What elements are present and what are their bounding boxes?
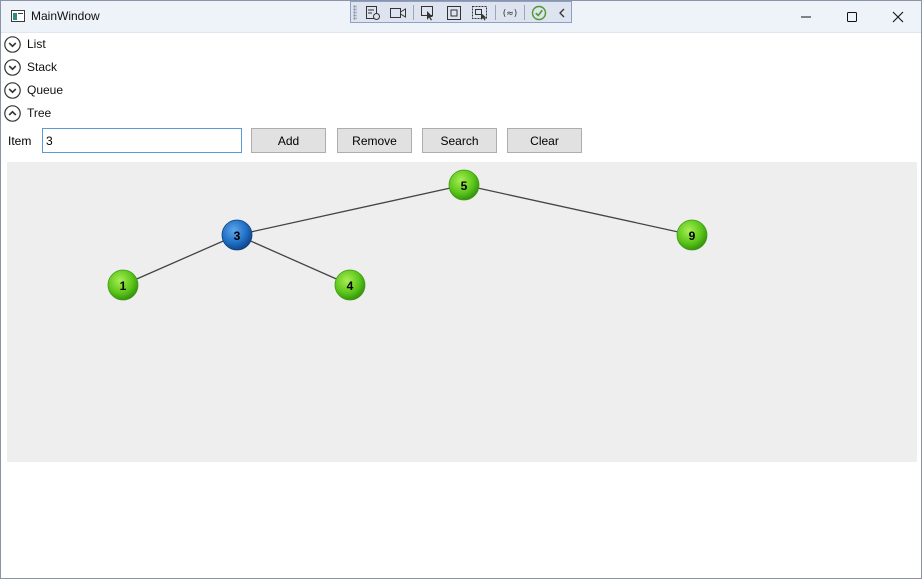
tree-node-4: 4 [334, 269, 366, 301]
search-button[interactable]: Search [422, 128, 497, 153]
check-icon[interactable] [530, 4, 548, 21]
tree-node-label: 9 [689, 229, 696, 243]
item-input[interactable] [42, 128, 242, 153]
tree-edge [122, 234, 238, 286]
expand-chevron-down-icon[interactable] [4, 58, 21, 76]
item-label: Item [8, 134, 32, 148]
tree-node-9: 9 [676, 219, 708, 251]
expand-chevron-down-icon[interactable] [4, 81, 21, 99]
binding-failures-icon[interactable]: (≈) [501, 4, 519, 21]
tree-canvas: 5 3 9 1 4 [7, 162, 917, 462]
expander-list[interactable]: List [4, 34, 46, 54]
track-focus-icon[interactable] [471, 4, 489, 21]
display-layout-adorners-icon[interactable] [445, 4, 463, 21]
expander-tree[interactable]: Tree [4, 103, 51, 123]
collapse-chevron-icon[interactable] [553, 4, 571, 21]
maximize-icon [847, 11, 857, 22]
record-icon[interactable] [389, 4, 407, 21]
toolbar-separator [413, 5, 414, 20]
expander-label-tree: Tree [27, 106, 52, 120]
title-bar[interactable]: MainWindow (≈) [1, 1, 921, 33]
expander-label-queue: Queue [27, 83, 64, 97]
window-title: MainWindow [31, 9, 100, 23]
clear-button[interactable]: Clear [507, 128, 582, 153]
tree-node-5: 5 [448, 169, 480, 201]
maximize-button[interactable] [829, 1, 875, 32]
toolbar-separator [524, 5, 525, 20]
add-button[interactable]: Add [251, 128, 326, 153]
tree-node-1: 1 [107, 269, 139, 301]
remove-button[interactable]: Remove [337, 128, 412, 153]
select-element-icon[interactable] [419, 4, 437, 21]
tree-diagram: 5 3 9 1 4 [107, 169, 708, 301]
tree-node-label: 3 [234, 229, 241, 243]
expand-chevron-down-icon[interactable] [4, 35, 21, 53]
expander-label-list: List [27, 37, 46, 51]
tree-edge [236, 184, 465, 236]
live-visual-tree-icon[interactable] [364, 4, 382, 21]
svg-text:(≈): (≈) [503, 9, 518, 19]
expander-queue[interactable]: Queue [4, 80, 63, 100]
toolbar-separator [495, 5, 496, 20]
tree-edge [463, 184, 693, 236]
close-icon [892, 11, 904, 22]
minimize-icon [801, 16, 811, 17]
minimize-button[interactable] [783, 1, 829, 32]
window-icon [11, 10, 25, 25]
tree-node-3: 3 [221, 219, 253, 251]
tree-edge [236, 234, 351, 286]
collapse-chevron-up-icon[interactable] [4, 104, 21, 122]
main-window: MainWindow (≈) List Stack Queue Tree Ite… [0, 0, 922, 579]
tree-node-label: 5 [461, 179, 468, 193]
expander-stack[interactable]: Stack [4, 57, 57, 77]
close-button[interactable] [875, 1, 921, 32]
toolbar-grip-icon[interactable] [353, 5, 357, 20]
in-app-toolbar: (≈) [350, 1, 572, 23]
tree-node-label: 1 [120, 279, 127, 293]
tree-node-label: 4 [347, 279, 354, 293]
expander-label-stack: Stack [27, 60, 58, 74]
